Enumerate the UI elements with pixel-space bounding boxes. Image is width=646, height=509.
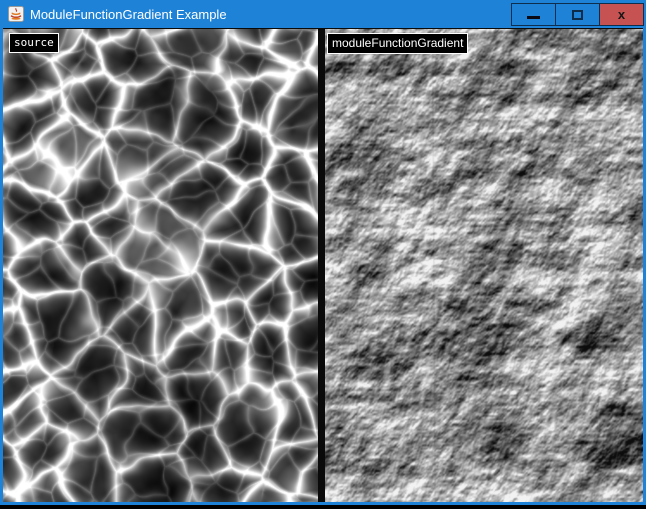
- window-title: ModuleFunctionGradient Example: [30, 7, 227, 22]
- maximize-icon: [572, 10, 583, 20]
- module-function-gradient-image: [325, 29, 643, 502]
- content-area: source moduleFunctionGradient: [0, 28, 646, 505]
- app-window: ModuleFunctionGradient Example x source …: [0, 0, 646, 505]
- screen: { "window": { "title": "ModuleFunctionGr…: [0, 0, 646, 509]
- gradient-image-label: moduleFunctionGradient: [327, 33, 468, 54]
- java-app-icon: [8, 6, 24, 22]
- close-button[interactable]: x: [599, 3, 644, 26]
- close-icon: x: [618, 8, 625, 21]
- maximize-button[interactable]: [555, 3, 600, 26]
- source-image-label: source: [9, 33, 59, 53]
- source-image: [3, 29, 318, 502]
- window-controls: x: [511, 3, 644, 26]
- titlebar[interactable]: ModuleFunctionGradient Example x: [0, 0, 646, 28]
- minimize-icon: [527, 16, 540, 19]
- minimize-button[interactable]: [511, 3, 556, 26]
